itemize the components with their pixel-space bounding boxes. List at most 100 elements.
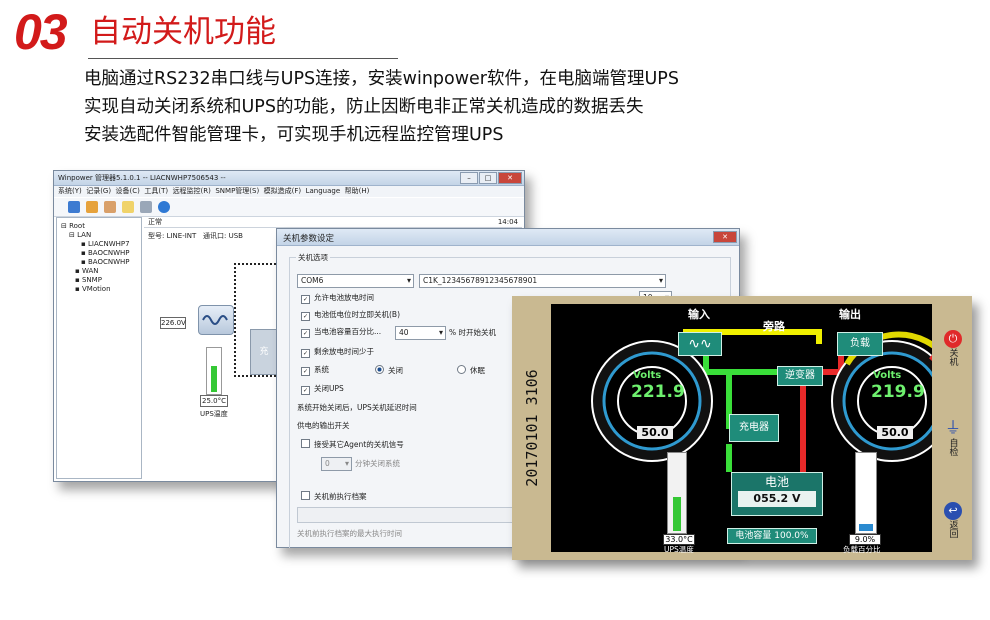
- load-percent-bar: [855, 452, 877, 534]
- checkbox-checked-icon[interactable]: ✓: [301, 312, 310, 321]
- tree-item-device-1[interactable]: ▪ LIACNWHP7: [81, 240, 130, 249]
- radio-sleep[interactable]: 休眠: [457, 365, 485, 376]
- agent-minutes-spinner[interactable]: 0: [321, 457, 352, 471]
- section-number: 03: [14, 4, 68, 60]
- battery-percent-select[interactable]: 40: [395, 326, 446, 340]
- desc-line-2: 实现自动关闭系统和UPS的功能，防止因断电非正常关机造成的数据丢失: [84, 97, 644, 117]
- input-sine-icon: ∿∿: [678, 332, 722, 356]
- option-agent-signal[interactable]: 接受其它Agent的关机信号: [301, 439, 404, 450]
- menu-language[interactable]: Language: [306, 187, 341, 195]
- device-id-select[interactable]: C1K_12345678912345678901: [419, 274, 666, 288]
- option-system[interactable]: ✓ 系统: [301, 365, 329, 376]
- charge-button[interactable]: 充: [250, 329, 278, 375]
- ups-temp-label: UPS温度: [200, 410, 228, 418]
- checkbox-checked-icon[interactable]: ✓: [301, 329, 310, 338]
- battery-box: 电池 055.2 V: [731, 472, 823, 516]
- option-battery-percent[interactable]: ✓ 当电池容量百分比...: [301, 327, 381, 338]
- tree-item-device-3[interactable]: ▪ BAOCNWHP: [81, 258, 130, 267]
- power-icon: ⏻: [944, 330, 962, 348]
- serial-number: 20170101 3106: [522, 369, 541, 487]
- input-voltage-box: 226.0V: [160, 317, 186, 329]
- minimize-button[interactable]: –: [460, 172, 478, 184]
- checkbox-unchecked-icon[interactable]: [301, 439, 310, 448]
- status-text: 正常: [148, 218, 162, 226]
- input-volts-value: 221.9: [631, 382, 685, 402]
- max-exec-time-label: 关机前执行档案的最大执行时间: [297, 529, 402, 538]
- menu-tools[interactable]: 工具(T): [144, 187, 168, 195]
- device-tree: ⊟ Root ⊟ LAN ▪ LIACNWHP7 ▪ BAOCNWHP ▪ BA…: [56, 217, 142, 479]
- tree-item-lan[interactable]: ⊟ LAN: [69, 231, 91, 240]
- input-hz-value: 50.0: [637, 426, 673, 439]
- menu-snmp[interactable]: SNMP管理(S): [215, 187, 259, 195]
- desc-line-3: 安装选配件智能管理卡，可实现手机远程监控管理UPS: [84, 125, 504, 145]
- computer-icon[interactable]: [86, 201, 98, 213]
- checkbox-unchecked-icon[interactable]: [301, 491, 310, 500]
- dialog-titlebar: 关机参数设定 ✕: [277, 229, 739, 246]
- refresh-icon[interactable]: [68, 201, 80, 213]
- grid-icon[interactable]: [140, 201, 152, 213]
- output-hz-value: 50.0: [877, 426, 913, 439]
- model-label: 型号: LINE-INT: [148, 232, 197, 240]
- menu-bar: 系统(Y) 记录(G) 设备(C) 工具(T) 远程监控(R) SNMP管理(S…: [54, 186, 524, 197]
- radio-close[interactable]: 关闭: [375, 365, 403, 376]
- menu-system[interactable]: 系统(Y): [58, 187, 82, 195]
- ups-temp-value: 25.0°C: [200, 395, 228, 407]
- user-icon[interactable]: [104, 201, 116, 213]
- shutdown-button[interactable]: ⏻ 关机: [938, 330, 968, 369]
- tree-item-vmotion[interactable]: ▪ VMotion: [75, 285, 111, 294]
- input-volts-unit: Volts: [633, 370, 662, 381]
- battery-percent-suffix: % 时开始关机: [449, 328, 497, 337]
- option-close-ups[interactable]: ✓ 关闭UPS: [301, 384, 344, 395]
- checkbox-checked-icon[interactable]: ✓: [301, 295, 310, 304]
- tree-item-snmp[interactable]: ▪ SNMP: [75, 276, 102, 285]
- menu-device[interactable]: 设备(C): [116, 187, 140, 195]
- status-time: 14:04: [497, 218, 518, 226]
- option-remaining-time[interactable]: ✓ 剩余放电时间少于: [301, 347, 374, 358]
- option-discharge-time[interactable]: ✓ 允许电池放电时间: [301, 293, 374, 304]
- section-title: 自动关机功能: [90, 14, 276, 50]
- group-label: 关机选项: [296, 252, 330, 263]
- dialog-close-button[interactable]: ✕: [713, 231, 737, 243]
- load-percent-label: 负载百分比: [843, 545, 881, 554]
- output-volts-value: 219.9: [871, 382, 925, 402]
- ups-lcd-panel: 20170101 3106 输入 旁路 输出 ∿∿ 负载 逆变器 充电器 电池 …: [512, 296, 972, 560]
- note-output-switch: 供电的输出开关: [297, 421, 350, 430]
- inverter-box: 逆变器: [777, 366, 823, 386]
- dialog-title: 关机参数设定: [283, 234, 335, 244]
- output-volts-unit: Volts: [873, 370, 902, 381]
- manager-titlebar: Winpower 管理器5.1.0.1 -- LIACNWHP7506543 -…: [54, 171, 524, 186]
- return-icon: ↩: [944, 502, 962, 520]
- com-port-select[interactable]: COM6: [297, 274, 414, 288]
- checkbox-checked-icon[interactable]: ✓: [301, 349, 310, 358]
- battery-voltage: 055.2 V: [738, 491, 816, 507]
- help-icon[interactable]: [158, 201, 170, 213]
- plug-icon: ⏚: [944, 418, 961, 437]
- ups-temp-label: UPS温度: [664, 545, 694, 554]
- menu-help[interactable]: 帮助(H): [345, 187, 370, 195]
- self-test-button[interactable]: ⏚ 自检: [938, 414, 968, 459]
- tree-item-root[interactable]: ⊟ Root: [61, 222, 85, 231]
- tree-item-wan[interactable]: ▪ WAN: [75, 267, 99, 276]
- option-low-battery[interactable]: ✓ 电池低电位时立即关机(B): [301, 310, 400, 321]
- menu-remote[interactable]: 远程监控(R): [173, 187, 211, 195]
- menu-simulate[interactable]: 模拟造成(F): [264, 187, 302, 195]
- menu-log[interactable]: 记录(G): [86, 187, 111, 195]
- agent-minutes-suffix: 分钟关闭系统: [355, 459, 400, 468]
- checkbox-checked-icon[interactable]: ✓: [301, 386, 310, 395]
- tree-item-device-2[interactable]: ▪ BAOCNWHP: [81, 249, 130, 258]
- close-button[interactable]: ✕: [498, 172, 522, 184]
- lcd-screen: 输入 旁路 输出 ∿∿ 负载 逆变器 充电器 电池 055.2 V 电池容量 1…: [551, 304, 932, 554]
- port-label: 通讯口: USB: [203, 232, 243, 240]
- note-icon[interactable]: [122, 201, 134, 213]
- manager-title: Winpower 管理器5.1.0.1 -- LIACNWHP7506543 -…: [58, 174, 226, 182]
- option-pre-shutdown-file[interactable]: 关机前执行档案: [301, 491, 367, 502]
- input-wave-icon: [198, 305, 234, 335]
- checkbox-checked-icon[interactable]: ✓: [301, 367, 310, 376]
- maximize-button[interactable]: □: [479, 172, 497, 184]
- bypass-label: 旁路: [763, 320, 785, 333]
- charger-box: 充电器: [729, 414, 779, 442]
- output-label: 输出: [839, 308, 861, 321]
- return-button[interactable]: ↩ 返回: [938, 502, 968, 541]
- input-label: 输入: [688, 308, 710, 321]
- ups-temp-bar: [667, 452, 687, 534]
